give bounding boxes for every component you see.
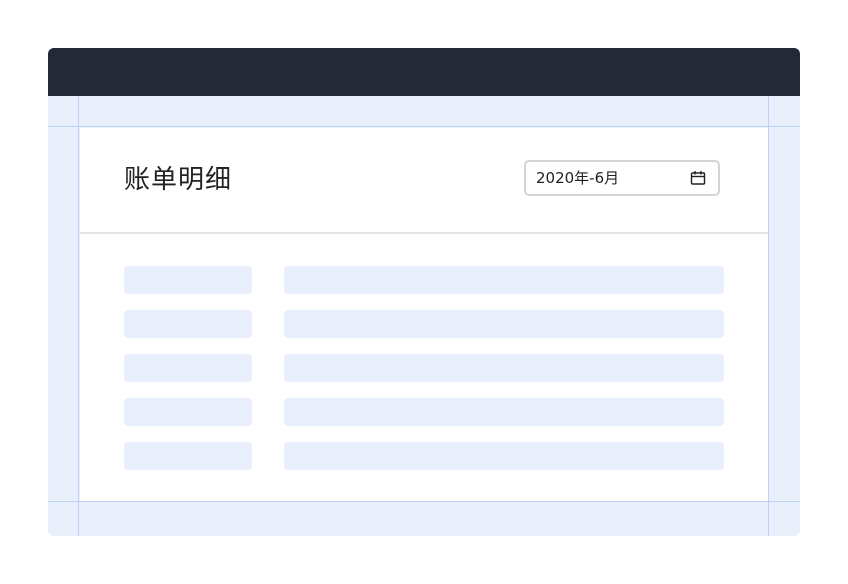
layout-guide-right [768, 96, 769, 536]
skeleton-row [124, 266, 724, 294]
skeleton-row [124, 442, 724, 470]
skeleton-date-placeholder [124, 398, 252, 426]
skeleton-detail-placeholder [284, 398, 724, 426]
skeleton-row [124, 398, 724, 426]
date-picker-value: 2020年-6月 [536, 169, 620, 187]
layout-guide-left [78, 96, 79, 536]
layout-guide-top [48, 126, 800, 127]
skeleton-detail-placeholder [284, 266, 724, 294]
window-titlebar [48, 48, 800, 96]
calendar-icon[interactable] [690, 170, 706, 186]
bill-details-panel: 账单明细 2020年-6月 [80, 128, 768, 501]
page-title: 账单明细 [124, 165, 233, 195]
skeleton-detail-placeholder [284, 310, 724, 338]
skeleton-date-placeholder [124, 310, 252, 338]
header-divider [80, 232, 768, 234]
skeleton-date-placeholder [124, 354, 252, 382]
month-date-picker[interactable]: 2020年-6月 [524, 160, 720, 196]
layout-guide-bottom [48, 501, 800, 502]
skeleton-date-placeholder [124, 442, 252, 470]
skeleton-row [124, 310, 724, 338]
skeleton-detail-placeholder [284, 354, 724, 382]
skeleton-detail-placeholder [284, 442, 724, 470]
skeleton-date-placeholder [124, 266, 252, 294]
skeleton-row [124, 354, 724, 382]
